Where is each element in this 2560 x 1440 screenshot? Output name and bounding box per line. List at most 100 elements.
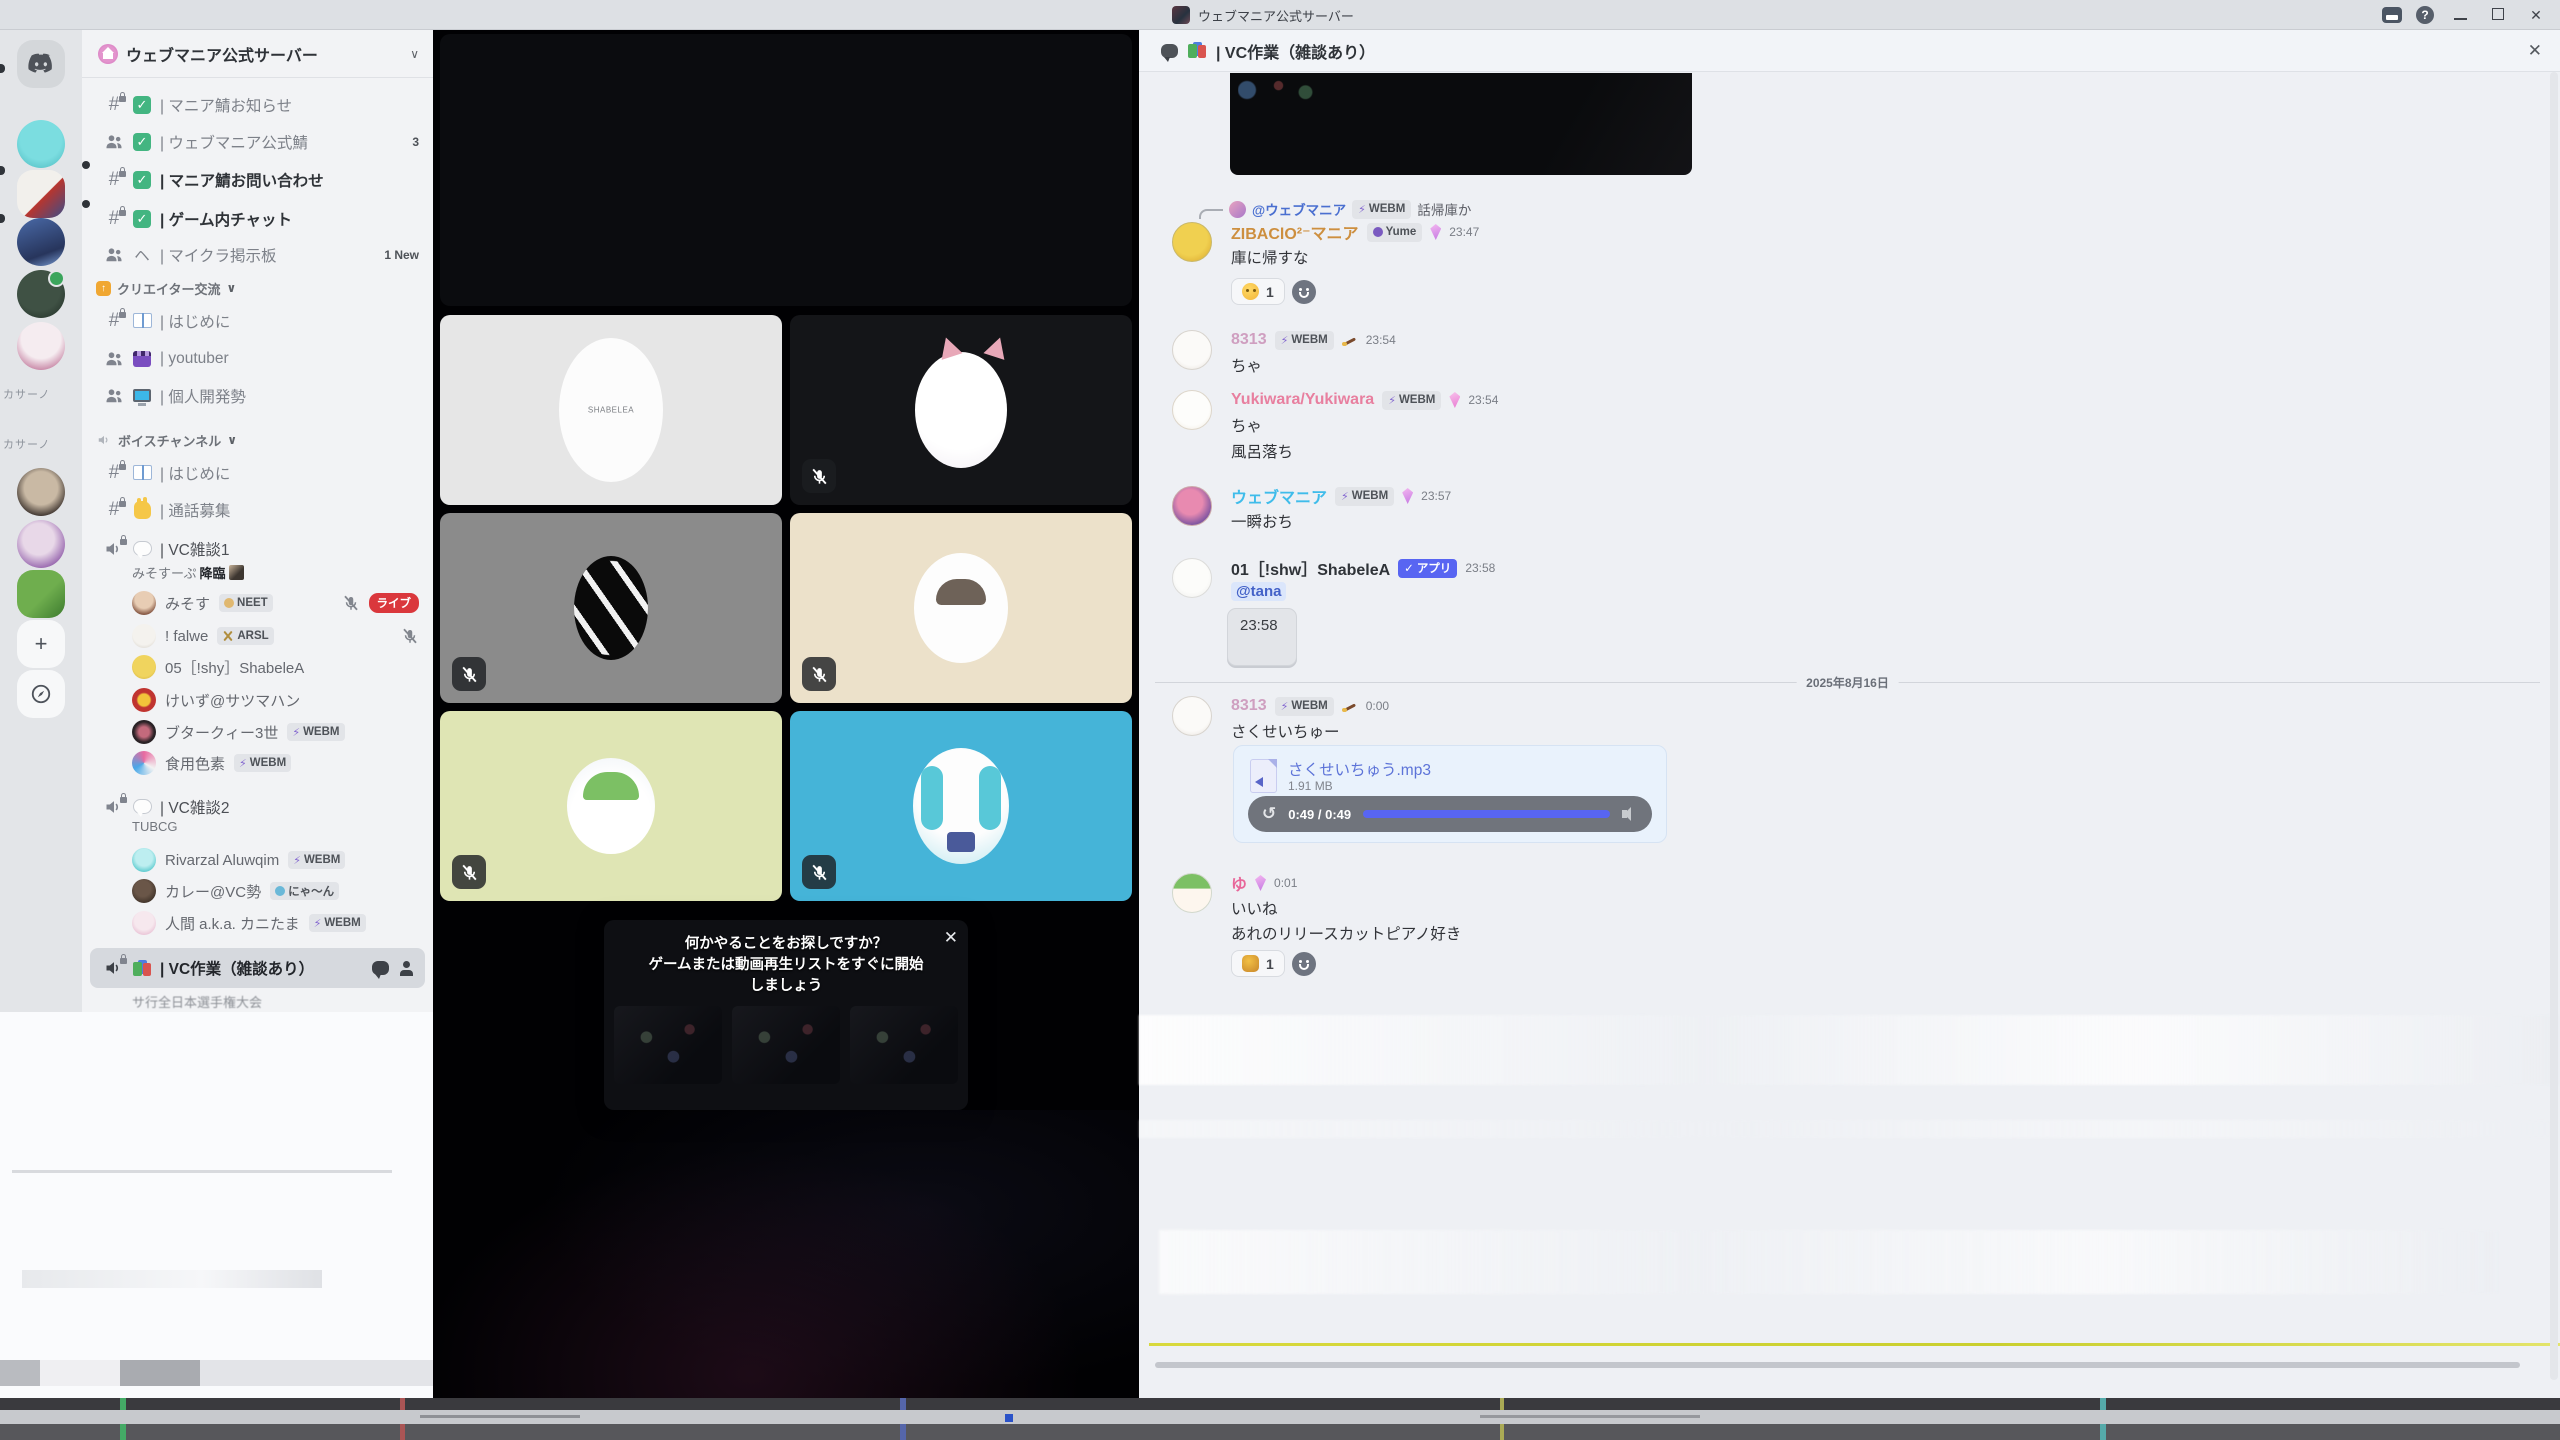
open-chat-icon[interactable] [372, 961, 389, 975]
maximize-button[interactable] [2486, 7, 2510, 23]
live-badge: ライブ [369, 593, 420, 613]
add-reaction-button[interactable] [1292, 952, 1316, 976]
help-icon[interactable]: ? [2416, 6, 2434, 24]
server-avatar-art[interactable] [17, 218, 65, 266]
check-emoji [133, 210, 151, 228]
voice-channel-vc1[interactable]: | VC雑談1 [90, 532, 425, 565]
reaction-thinking[interactable]: 1 [1231, 278, 1285, 305]
video-tile-catgirl[interactable] [790, 315, 1132, 505]
avatar-8313[interactable] [1172, 696, 1212, 736]
replay-icon[interactable]: ↻ [1262, 804, 1276, 824]
voice-channel-vc-sagyou-selected[interactable]: | VC作業（雑談あり） [90, 948, 425, 988]
server-avatar-girl[interactable] [17, 520, 65, 568]
role-badge: ⚡WEBM [1335, 487, 1394, 506]
username[interactable]: ゆ [1231, 871, 1247, 895]
voice-member-misosu[interactable]: みそす NEET ライブ [118, 588, 425, 618]
seek-bar[interactable] [1363, 810, 1610, 818]
channel-minecraft-board[interactable]: ヘ | マイクラ掲示板 1 New [90, 238, 425, 271]
role-badge: ⚡WEBM [234, 754, 291, 772]
category-voice[interactable]: ボイスチャンネル ∨ [96, 428, 425, 452]
voice-member-curry[interactable]: カレー@VC勢 にゃ〜ん [118, 876, 425, 906]
avatar-webmania[interactable] [1172, 486, 1212, 526]
avatar-8313[interactable] [1172, 330, 1212, 370]
explore-servers-button[interactable] [17, 670, 65, 718]
channel-koushiki[interactable]: | ウェブマニア公式鯖 3 [90, 125, 425, 158]
server-avatar-green[interactable] [17, 570, 65, 618]
audio-file-name[interactable]: さくせいちゅう.mp3 [1288, 758, 1431, 780]
username[interactable]: 01［!shw］ShabeleA [1231, 556, 1390, 580]
glitch-text: カサーノ [3, 436, 50, 452]
avatar [132, 720, 156, 744]
activity-thumbnail[interactable] [732, 1006, 840, 1084]
video-tile-miku[interactable] [790, 711, 1132, 901]
glitch-artifact [22, 1270, 322, 1288]
server-avatar-anime[interactable] [17, 322, 65, 370]
close-icon[interactable]: ✕ [944, 928, 958, 948]
horizontal-scrollbar[interactable] [1155, 1362, 2520, 1368]
glitch-artifact [12, 1170, 392, 1173]
unread-pip [0, 64, 5, 73]
reaction-knot[interactable]: 1 [1231, 950, 1285, 977]
invite-member-icon[interactable] [399, 961, 415, 976]
channel-toiawase[interactable]: # | マニア鯖お問い合わせ [90, 163, 425, 196]
category-creator[interactable]: クリエイター交流 ∨ [96, 276, 425, 300]
video-tile-shabelea[interactable]: SHABELEA [440, 315, 782, 505]
server-avatar-shades[interactable] [17, 468, 65, 516]
discord-home-button[interactable] [17, 40, 65, 88]
avatar-yukiwara[interactable] [1172, 390, 1212, 430]
channel-kojin-kaihatsu[interactable]: | 個人開発勢 [90, 379, 425, 412]
close-chat-icon[interactable]: ✕ [2528, 41, 2542, 61]
crystal-emoji [1430, 224, 1441, 240]
avatar [132, 655, 156, 679]
channel-hajimeni-2[interactable]: # | はじめに [90, 456, 425, 489]
player-time: 0:49 / 0:49 [1288, 807, 1351, 822]
username[interactable]: 8313 [1231, 697, 1267, 715]
vertical-scrollbar[interactable] [2550, 72, 2558, 1380]
voice-member-rivarzal[interactable]: Rivarzal Aluwqim ⚡WEBM [118, 845, 425, 875]
voice-member-ningen[interactable]: 人間 a.k.a. カニたま ⚡WEBM [118, 908, 425, 938]
username[interactable]: 8313 [1231, 331, 1267, 349]
channel-tsuwa-boshu[interactable]: # | 通話募集 [90, 493, 425, 526]
crystal-emoji [1449, 392, 1460, 408]
voice-member-shabelea[interactable]: 05［!shy］ShabeleA [118, 652, 425, 682]
channel-game-chat[interactable]: # | ゲーム内チャット [90, 202, 425, 235]
video-tile-pattern[interactable] [440, 513, 782, 703]
video-tile-screenshare[interactable] [440, 34, 1132, 306]
speaker-lock-icon [104, 958, 124, 978]
server-header[interactable]: ウェブマニア公式サーバー ∨ [82, 30, 433, 78]
reply-context[interactable]: @ウェブマニア ⚡WEBM 話帰庫か [1199, 200, 1471, 218]
check-emoji [133, 133, 151, 151]
close-window-button[interactable]: ✕ [2524, 7, 2548, 24]
inbox-tray-icon[interactable] [2382, 7, 2402, 23]
glitch-artifact [420, 1415, 580, 1418]
minimize-button[interactable] [2448, 7, 2472, 23]
channel-hajimeni-1[interactable]: # | はじめに [90, 304, 425, 337]
volume-icon[interactable] [1622, 807, 1638, 821]
channel-youtuber[interactable]: | youtuber [90, 342, 425, 375]
reply-author[interactable]: @ウェブマニア [1252, 199, 1346, 219]
server-avatar-pixel[interactable] [17, 170, 65, 218]
avatar-shabelea-bot[interactable] [1172, 558, 1212, 598]
voice-member-falwe[interactable]: ! falwe ARSL [118, 621, 425, 651]
username[interactable]: Yukiwara/Yukiwara [1231, 391, 1374, 409]
voice-member-butterfly[interactable]: ブタークィー3世 ⚡WEBM [118, 717, 425, 747]
activity-thumbnail[interactable] [850, 1006, 958, 1084]
activity-thumbnail[interactable] [614, 1006, 722, 1084]
image-attachment[interactable] [1230, 73, 1692, 175]
avatar-yu[interactable] [1172, 873, 1212, 913]
video-tile-greencap[interactable] [440, 711, 782, 901]
voice-member-shokuyou[interactable]: 食用色素 ⚡WEBM [118, 748, 425, 778]
add-reaction-button[interactable] [1292, 280, 1316, 304]
channel-mania-oshirase[interactable]: # | マニア鯖お知らせ [90, 88, 425, 121]
crystal-emoji [1255, 875, 1266, 891]
server-avatar-teal[interactable] [17, 120, 65, 168]
voice-member-keizu[interactable]: けいず@サツマハン [118, 685, 425, 715]
avatar-zibaclo[interactable] [1172, 222, 1212, 262]
video-tile-boy[interactable] [790, 513, 1132, 703]
username[interactable]: ウェブマニア [1231, 484, 1327, 508]
mention-tana[interactable]: @tana [1231, 582, 1286, 601]
popup-line-2: ゲームまたは動画再生リストをすぐに開始 [616, 955, 956, 976]
role-badge: NEET [219, 594, 273, 612]
add-server-button[interactable]: + [17, 620, 65, 668]
username[interactable]: ZIBAClO²⁻マニア [1231, 220, 1359, 244]
